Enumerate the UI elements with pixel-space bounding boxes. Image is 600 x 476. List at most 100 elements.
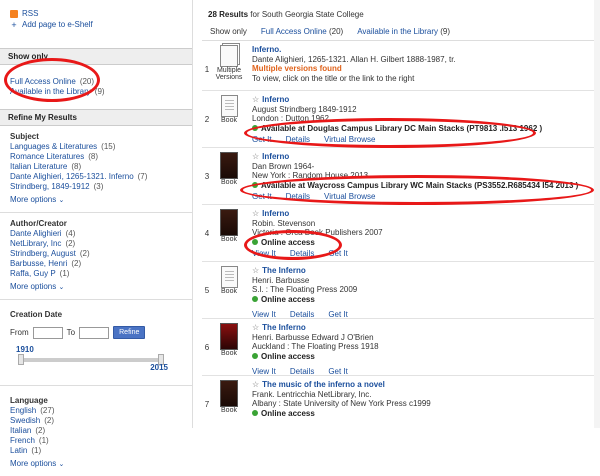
refine-button[interactable]: Refine (113, 326, 146, 339)
record-title[interactable]: The Inferno (262, 266, 306, 275)
record-title[interactable]: The Inferno (262, 323, 306, 332)
facet-language[interactable]: French (10, 436, 35, 445)
facet-language[interactable]: English (10, 406, 36, 415)
language-facets: Language English (27) Swedish (2) Italian(… (0, 385, 192, 476)
facet-author[interactable]: Dante Alighieri (10, 229, 62, 238)
virtual-browse-link[interactable]: Virtual Browse (324, 135, 375, 145)
get-it-link[interactable]: Get It (252, 192, 272, 202)
record-authors: Dan Brown 1964- (252, 161, 315, 171)
creation-date-facet: Creation Date From To Refine 1910 2015 (0, 299, 192, 375)
record-thumbnail[interactable]: Multiple Versions (212, 41, 246, 90)
record-title[interactable]: Inferno (262, 209, 289, 218)
star-icon[interactable]: ☆ (252, 152, 259, 161)
record-authors: Frank. Lentricchia NetLibrary, Inc. (252, 389, 372, 399)
record-title[interactable]: The music of the inferno a novel (262, 380, 385, 389)
availability-status[interactable]: Available at Waycross Campus Library WC … (261, 181, 578, 191)
record-thumbnail[interactable]: Book (212, 91, 246, 147)
available-dot-icon (252, 239, 258, 246)
facet-count: (1) (38, 436, 49, 445)
facet-available-in-library[interactable]: Available in the Library (10, 87, 91, 96)
rss-link[interactable]: RSS (22, 8, 38, 19)
get-it-link[interactable]: Get It (328, 249, 348, 259)
facet-full-access-online[interactable]: Full Access Online (10, 77, 76, 86)
record-thumbnail[interactable]: Book (212, 376, 246, 433)
more-options-link[interactable]: More options (10, 459, 56, 468)
refine-results-header: Refine My Results (0, 109, 192, 126)
slider-track[interactable] (20, 358, 160, 362)
scrollbar[interactable] (594, 0, 600, 428)
record-number: 3 (204, 172, 210, 181)
result-record: 5 Book ☆ The Inferno Henri. Barbusse S.l.… (202, 262, 600, 319)
more-options-link[interactable]: More options (10, 195, 56, 204)
details-link[interactable]: Details (286, 192, 310, 202)
available-dot-icon (252, 410, 258, 417)
record-thumbnail[interactable]: Book (212, 262, 246, 318)
record-title[interactable]: Inferno. (252, 45, 596, 55)
record-authors: Henri. Barbusse (252, 275, 310, 285)
book-cover-image (220, 152, 238, 179)
availability-status[interactable]: Online access (261, 295, 315, 305)
date-from-input[interactable] (32, 326, 63, 339)
details-link[interactable]: Details (290, 249, 314, 259)
virtual-browse-link[interactable]: Virtual Browse (324, 192, 375, 202)
star-icon[interactable]: ☆ (252, 380, 259, 389)
more-options-link[interactable]: More options (10, 282, 56, 291)
results-count: 28 Results (208, 10, 249, 19)
view-it-link[interactable]: View It (252, 249, 276, 259)
multiple-versions-link[interactable]: Multiple versions found (252, 64, 596, 74)
book-cover-image (220, 209, 238, 236)
record-thumbnail[interactable]: Book (212, 148, 246, 204)
record-title[interactable]: Inferno (262, 95, 289, 104)
author-title: Author/Creator (10, 219, 67, 228)
record-thumbnail[interactable]: Book (212, 319, 246, 375)
to-label: To (66, 328, 76, 337)
date-range-slider[interactable]: 1910 2015 (10, 345, 182, 372)
availability-status[interactable]: Online access (261, 409, 315, 419)
date-to-input[interactable] (79, 326, 110, 339)
star-icon[interactable]: ☆ (252, 266, 259, 275)
facet-count: (2) (79, 249, 90, 258)
rss-icon (10, 9, 18, 18)
record-number: 5 (204, 286, 210, 295)
result-record: 4 Book ☆ Inferno Robin. Stevenson Victori… (202, 205, 600, 262)
record-number: 4 (204, 229, 210, 238)
add-to-eshelf-link[interactable]: Add page to e-Shelf (22, 19, 93, 30)
availability-status[interactable]: Online access (261, 352, 315, 362)
facet-author[interactable]: Raffa, Guy P (10, 269, 56, 278)
facet-subject[interactable]: Italian Literature (10, 162, 67, 171)
result-record: 1 Multiple Versions Inferno. Dante Aligh… (202, 41, 600, 91)
chevron-down-icon: ⌄ (58, 197, 65, 204)
details-link[interactable]: Details (286, 135, 310, 145)
facet-language[interactable]: Latin (10, 446, 27, 455)
record-note: To view, click on the title or the link … (252, 73, 415, 83)
availability-status[interactable]: Online access (261, 238, 315, 248)
slider-handle-min[interactable] (18, 354, 24, 365)
thumb-label: Book (221, 407, 237, 414)
book-cover-image (220, 380, 238, 407)
tab-available-in-library[interactable]: Available in the Library (357, 27, 438, 36)
facet-count: (9) (94, 87, 105, 96)
available-dot-icon (252, 182, 258, 189)
get-it-link[interactable]: Get It (252, 135, 272, 145)
star-icon[interactable]: ☆ (252, 95, 259, 104)
record-number: 2 (204, 115, 210, 124)
slider-max-label: 2015 (150, 363, 168, 372)
facet-subject[interactable]: Dante Alighieri, 1265-1321. Inferno (10, 172, 134, 181)
record-thumbnail[interactable]: Book (212, 205, 246, 261)
facet-author[interactable]: Strindberg, August (10, 249, 76, 258)
facet-author[interactable]: Barbusse, Henri (10, 259, 67, 268)
record-publisher: Albany : State University of New York Pr… (252, 399, 431, 408)
thumb-label: Book (221, 117, 237, 124)
facet-author[interactable]: NetLibrary, Inc (10, 239, 61, 248)
facet-language[interactable]: Swedish (10, 416, 40, 425)
availability-status[interactable]: Available at Douglas Campus Library DC M… (261, 124, 542, 134)
facet-subject[interactable]: Strindberg, 1849-1912 (10, 182, 90, 191)
tab-full-access-online[interactable]: Full Access Online (261, 27, 327, 36)
facet-subject[interactable]: Languages & Literatures (10, 142, 97, 151)
facet-subject[interactable]: Romance Literatures (10, 152, 84, 161)
star-icon[interactable]: ☆ (252, 323, 259, 332)
facet-language[interactable]: Italian (10, 426, 31, 435)
star-icon[interactable]: ☆ (252, 209, 259, 218)
record-title[interactable]: Inferno (262, 152, 289, 161)
book-icon (220, 266, 238, 288)
